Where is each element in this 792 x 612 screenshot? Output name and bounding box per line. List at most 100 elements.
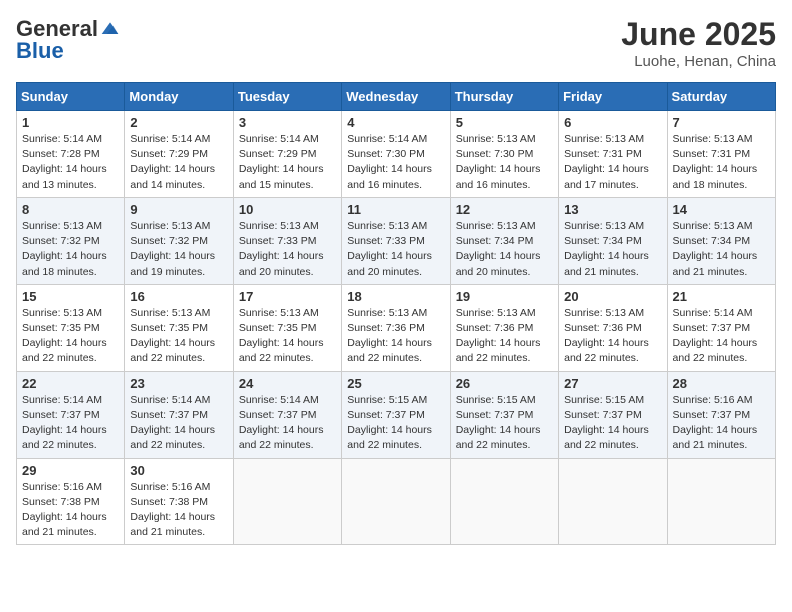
day-number: 5	[456, 115, 553, 130]
calendar-cell	[342, 458, 450, 545]
day-number: 29	[22, 463, 119, 478]
calendar-cell: 22 Sunrise: 5:14 AM Sunset: 7:37 PM Dayli…	[17, 371, 125, 458]
day-number: 21	[673, 289, 770, 304]
day-number: 7	[673, 115, 770, 130]
logo-blue: Blue	[16, 38, 64, 64]
day-info: Sunrise: 5:13 AM Sunset: 7:32 PM Dayligh…	[130, 219, 227, 280]
day-number: 14	[673, 202, 770, 217]
day-info: Sunrise: 5:15 AM Sunset: 7:37 PM Dayligh…	[456, 393, 553, 454]
day-number: 20	[564, 289, 661, 304]
day-number: 27	[564, 376, 661, 391]
calendar-week-row: 15 Sunrise: 5:13 AM Sunset: 7:35 PM Dayli…	[17, 284, 776, 371]
day-number: 1	[22, 115, 119, 130]
day-number: 26	[456, 376, 553, 391]
day-number: 3	[239, 115, 336, 130]
day-info: Sunrise: 5:15 AM Sunset: 7:37 PM Dayligh…	[564, 393, 661, 454]
calendar-cell	[233, 458, 341, 545]
calendar-cell: 24 Sunrise: 5:14 AM Sunset: 7:37 PM Dayli…	[233, 371, 341, 458]
calendar-week-row: 29Sunrise: 5:16 AM Sunset: 7:38 PM Dayli…	[17, 458, 776, 545]
day-info: Sunrise: 5:14 AM Sunset: 7:37 PM Dayligh…	[673, 306, 770, 367]
calendar-cell: 3Sunrise: 5:14 AM Sunset: 7:29 PM Daylig…	[233, 111, 341, 198]
calendar-cell: 7 Sunrise: 5:13 AM Sunset: 7:31 PM Daylig…	[667, 111, 775, 198]
calendar-cell: 27 Sunrise: 5:15 AM Sunset: 7:37 PM Dayli…	[559, 371, 667, 458]
month-title: June 2025	[621, 16, 776, 53]
day-header-saturday: Saturday	[667, 83, 775, 111]
calendar-cell: 6 Sunrise: 5:13 AM Sunset: 7:31 PM Daylig…	[559, 111, 667, 198]
day-info: Sunrise: 5:14 AM Sunset: 7:37 PM Dayligh…	[130, 393, 227, 454]
day-info: Sunrise: 5:13 AM Sunset: 7:35 PM Dayligh…	[239, 306, 336, 367]
day-info: Sunrise: 5:13 AM Sunset: 7:34 PM Dayligh…	[564, 219, 661, 280]
day-number: 22	[22, 376, 119, 391]
calendar-cell: 15 Sunrise: 5:13 AM Sunset: 7:35 PM Dayli…	[17, 284, 125, 371]
day-number: 13	[564, 202, 661, 217]
day-number: 2	[130, 115, 227, 130]
day-info: Sunrise: 5:13 AM Sunset: 7:32 PM Dayligh…	[22, 219, 119, 280]
day-info: Sunrise: 5:14 AM Sunset: 7:37 PM Dayligh…	[22, 393, 119, 454]
day-info: Sunrise: 5:14 AM Sunset: 7:28 PM Dayligh…	[22, 132, 119, 193]
day-number: 24	[239, 376, 336, 391]
day-info: Sunrise: 5:13 AM Sunset: 7:30 PM Dayligh…	[456, 132, 553, 193]
day-number: 28	[673, 376, 770, 391]
calendar-cell: 30Sunrise: 5:16 AM Sunset: 7:38 PM Dayli…	[125, 458, 233, 545]
day-info: Sunrise: 5:13 AM Sunset: 7:36 PM Dayligh…	[347, 306, 444, 367]
calendar-cell: 19Sunrise: 5:13 AM Sunset: 7:36 PM Dayli…	[450, 284, 558, 371]
day-info: Sunrise: 5:16 AM Sunset: 7:37 PM Dayligh…	[673, 393, 770, 454]
calendar-cell: 14 Sunrise: 5:13 AM Sunset: 7:34 PM Dayli…	[667, 197, 775, 284]
day-number: 17	[239, 289, 336, 304]
day-header-friday: Friday	[559, 83, 667, 111]
day-number: 30	[130, 463, 227, 478]
day-info: Sunrise: 5:13 AM Sunset: 7:31 PM Dayligh…	[564, 132, 661, 193]
day-number: 15	[22, 289, 119, 304]
calendar-week-row: 22 Sunrise: 5:14 AM Sunset: 7:37 PM Dayli…	[17, 371, 776, 458]
calendar-cell: 4Sunrise: 5:14 AM Sunset: 7:30 PM Daylig…	[342, 111, 450, 198]
logo: General Blue	[16, 16, 120, 64]
calendar-cell: 23 Sunrise: 5:14 AM Sunset: 7:37 PM Dayli…	[125, 371, 233, 458]
day-info: Sunrise: 5:14 AM Sunset: 7:30 PM Dayligh…	[347, 132, 444, 193]
day-info: Sunrise: 5:13 AM Sunset: 7:35 PM Dayligh…	[130, 306, 227, 367]
day-info: Sunrise: 5:13 AM Sunset: 7:34 PM Dayligh…	[456, 219, 553, 280]
calendar-cell: 8 Sunrise: 5:13 AM Sunset: 7:32 PM Daylig…	[17, 197, 125, 284]
calendar-cell	[667, 458, 775, 545]
calendar-cell: 20 Sunrise: 5:13 AM Sunset: 7:36 PM Dayli…	[559, 284, 667, 371]
day-header-sunday: Sunday	[17, 83, 125, 111]
day-info: Sunrise: 5:13 AM Sunset: 7:34 PM Dayligh…	[673, 219, 770, 280]
calendar-cell	[559, 458, 667, 545]
calendar-cell: 2 Sunrise: 5:14 AM Sunset: 7:29 PM Daylig…	[125, 111, 233, 198]
day-header-tuesday: Tuesday	[233, 83, 341, 111]
calendar-table: SundayMondayTuesdayWednesdayThursdayFrid…	[16, 82, 776, 545]
calendar-week-row: 1 Sunrise: 5:14 AM Sunset: 7:28 PM Daylig…	[17, 111, 776, 198]
day-info: Sunrise: 5:13 AM Sunset: 7:33 PM Dayligh…	[239, 219, 336, 280]
page-header: General Blue June 2025 Luohe, Henan, Chi…	[16, 16, 776, 70]
day-header-thursday: Thursday	[450, 83, 558, 111]
calendar-cell: 18 Sunrise: 5:13 AM Sunset: 7:36 PM Dayli…	[342, 284, 450, 371]
day-info: Sunrise: 5:14 AM Sunset: 7:29 PM Dayligh…	[130, 132, 227, 193]
calendar-cell	[450, 458, 558, 545]
day-number: 9	[130, 202, 227, 217]
calendar-cell: 9 Sunrise: 5:13 AM Sunset: 7:32 PM Daylig…	[125, 197, 233, 284]
day-info: Sunrise: 5:13 AM Sunset: 7:36 PM Dayligh…	[456, 306, 553, 367]
calendar-cell: 25Sunrise: 5:15 AM Sunset: 7:37 PM Dayli…	[342, 371, 450, 458]
calendar-cell: 13 Sunrise: 5:13 AM Sunset: 7:34 PM Dayli…	[559, 197, 667, 284]
calendar-cell: 29Sunrise: 5:16 AM Sunset: 7:38 PM Dayli…	[17, 458, 125, 545]
day-info: Sunrise: 5:13 AM Sunset: 7:35 PM Dayligh…	[22, 306, 119, 367]
day-info: Sunrise: 5:13 AM Sunset: 7:36 PM Dayligh…	[564, 306, 661, 367]
calendar-cell: 26 Sunrise: 5:15 AM Sunset: 7:37 PM Dayli…	[450, 371, 558, 458]
calendar-header-row: SundayMondayTuesdayWednesdayThursdayFrid…	[17, 83, 776, 111]
calendar-cell: 12 Sunrise: 5:13 AM Sunset: 7:34 PM Dayli…	[450, 197, 558, 284]
day-number: 6	[564, 115, 661, 130]
calendar-cell: 28 Sunrise: 5:16 AM Sunset: 7:37 PM Dayli…	[667, 371, 775, 458]
day-info: Sunrise: 5:14 AM Sunset: 7:37 PM Dayligh…	[239, 393, 336, 454]
day-header-monday: Monday	[125, 83, 233, 111]
calendar-cell: 17 Sunrise: 5:13 AM Sunset: 7:35 PM Dayli…	[233, 284, 341, 371]
day-number: 10	[239, 202, 336, 217]
calendar-cell: 21 Sunrise: 5:14 AM Sunset: 7:37 PM Dayli…	[667, 284, 775, 371]
day-number: 8	[22, 202, 119, 217]
day-number: 12	[456, 202, 553, 217]
day-info: Sunrise: 5:13 AM Sunset: 7:31 PM Dayligh…	[673, 132, 770, 193]
day-number: 23	[130, 376, 227, 391]
logo-icon	[100, 19, 120, 39]
day-info: Sunrise: 5:15 AM Sunset: 7:37 PM Dayligh…	[347, 393, 444, 454]
day-number: 18	[347, 289, 444, 304]
day-header-wednesday: Wednesday	[342, 83, 450, 111]
location-subtitle: Luohe, Henan, China	[621, 53, 776, 70]
